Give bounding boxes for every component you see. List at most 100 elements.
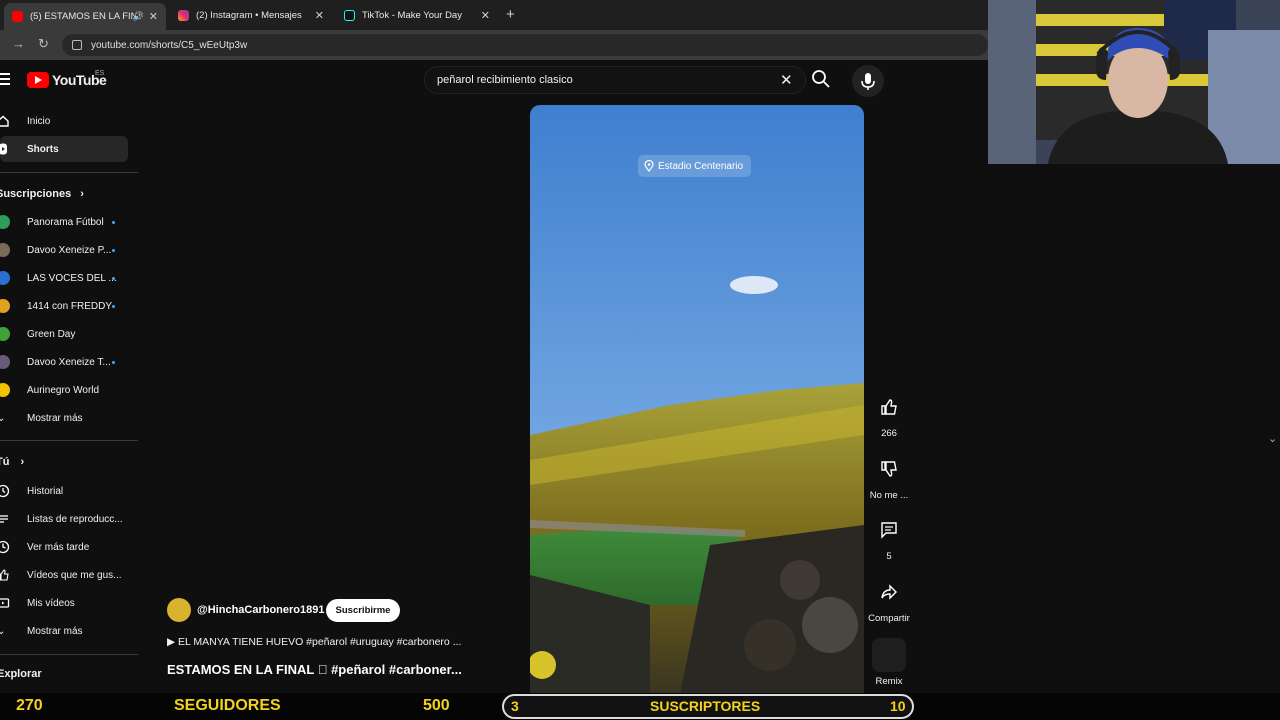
video-title[interactable]: ESTAMOS EN LA FINAL 🏼 #peñarol #carboner… [167, 662, 462, 677]
close-tab-icon[interactable]: ✕ [315, 9, 324, 22]
site-info-icon[interactable] [72, 40, 82, 50]
sidebar-item-label: Mostrar más [27, 625, 83, 637]
new-content-dot [112, 248, 115, 252]
search-input[interactable]: peñarol recibimiento clasico [424, 66, 806, 94]
sidebar-item-subscription[interactable]: LAS VOCES DEL ... [0, 265, 128, 291]
forward-arrow-icon[interactable]: → [12, 36, 25, 51]
location-chip[interactable]: Estadio Centenario [638, 155, 752, 177]
url-text: youtube.com/shorts/C5_wEeUtp3w [91, 39, 248, 51]
subscribers-goal-bar: 3 SUSCRIPTORES 10 [502, 694, 914, 719]
shorts-video-player[interactable]: Estadio Centenario [530, 105, 864, 695]
remix-thumbnail [872, 638, 906, 672]
sidebar-item-shorts[interactable]: Shorts [0, 136, 128, 162]
show-more-button[interactable]: ⌄ Mostrar más [0, 618, 128, 644]
speaker-icon[interactable]: 🔊 [133, 11, 144, 22]
chevron-down-icon: ⌄ [0, 625, 6, 637]
menu-icon[interactable] [0, 73, 10, 88]
like-count: 266 [881, 428, 897, 439]
sidebar-item-subscription[interactable]: 1414 con FREDDY [0, 293, 128, 319]
url-field[interactable]: youtube.com/shorts/C5_wEeUtp3w [62, 34, 988, 56]
remix-label: Remix [875, 676, 903, 687]
divider [0, 654, 138, 655]
tab-title: (2) Instagram • Mensajes [196, 9, 302, 21]
new-content-dot [112, 276, 115, 280]
sidebar-item-liked-videos[interactable]: Vídeos que me gus... [0, 562, 128, 588]
explore-header: Explorar [0, 668, 42, 680]
channel-avatar[interactable] [167, 598, 191, 622]
comments-count: 5 [886, 551, 892, 562]
sidebar-item-subscription[interactable]: Aurinegro World [0, 377, 128, 403]
sound-link[interactable]: ▶ EL MANYA TIENE HUEVO #peñarol #uruguay… [167, 636, 461, 648]
sidebar-item-subscription[interactable]: Davoo Xeneize T... [0, 349, 128, 375]
show-more-button[interactable]: ⌄ Mostrar más [0, 405, 128, 431]
subs-goal: 10 [890, 698, 906, 714]
close-tab-icon[interactable]: ✕ [149, 10, 158, 23]
you-header[interactable]: Tú › [0, 456, 24, 468]
country-code: ES [95, 70, 105, 77]
followers-current: 270 [16, 697, 43, 714]
sidebar-item-label: Davoo Xeneize P... [27, 244, 112, 256]
chevron-right-icon: › [80, 188, 84, 200]
microphone-icon[interactable] [852, 65, 884, 97]
youtube-header: YouTube ES peñarol recibimiento clasico … [0, 60, 990, 102]
new-content-dot [112, 304, 115, 308]
instagram-favicon-icon [178, 9, 189, 21]
sidebar-item-history[interactable]: Historial [0, 478, 128, 504]
sidebar-item-label: Inicio [27, 115, 51, 127]
my-videos-icon [0, 598, 10, 608]
followers-goal: 500 [423, 697, 450, 714]
dislike-button[interactable]: No me ... [864, 452, 914, 501]
channel-name[interactable]: @HinchaCarbonero1891 [197, 604, 325, 616]
remix-button[interactable]: Remix [864, 638, 914, 687]
sidebar-item-subscription[interactable]: Green Day [0, 321, 128, 347]
explore-header-label: Explorar [0, 668, 42, 680]
sidebar-item-label: Panorama Fútbol [27, 216, 104, 228]
subscriptions-header[interactable]: Suscripciones › [0, 188, 84, 200]
tab-youtube[interactable]: (5) ESTAMOS EN LA FINAL 🔊 ✕ [4, 3, 166, 30]
subscriptions-header-label: Suscripciones [0, 188, 72, 200]
playlists-icon [0, 515, 8, 523]
share-icon [872, 575, 906, 609]
sidebar-item-label: Historial [27, 485, 64, 497]
avatar [0, 327, 10, 341]
sidebar-item-subscription[interactable]: Davoo Xeneize P... [0, 237, 128, 263]
youtube-play-icon [27, 72, 49, 88]
dislike-icon [872, 452, 906, 486]
sidebar-item-label: LAS VOCES DEL ... [27, 272, 117, 284]
next-short-arrow-icon[interactable]: ⌄ [1268, 432, 1277, 445]
new-tab-button[interactable]: + [506, 6, 515, 23]
clear-search-icon[interactable]: ✕ [780, 71, 793, 89]
new-content-dot [112, 220, 115, 224]
share-button[interactable]: Compartir [864, 575, 914, 624]
avatar [0, 271, 10, 285]
location-label: Estadio Centenario [658, 160, 744, 172]
sidebar-item-my-videos[interactable]: Mis vídeos [0, 590, 128, 616]
search-icon[interactable] [810, 68, 832, 90]
streamer-webcam [988, 0, 1280, 164]
webcam-feed [988, 0, 1280, 164]
sidebar-item-playlists[interactable]: Listas de reproducc... [0, 506, 128, 532]
tiktok-favicon-icon [344, 9, 355, 21]
sidebar-item-watch-later[interactable]: Ver más tarde [0, 534, 128, 560]
screen: (5) ESTAMOS EN LA FINAL 🔊 ✕ (2) Instagra… [0, 0, 1280, 720]
avatar [0, 243, 10, 257]
location-pin-icon [644, 160, 654, 172]
tab-instagram[interactable]: (2) Instagram • Mensajes ✕ [170, 3, 332, 27]
tab-tiktok[interactable]: TikTok - Make Your Day ✕ [336, 3, 498, 27]
sidebar-item-label: Listas de reproducc... [27, 513, 123, 525]
sidebar-item-subscription[interactable]: Panorama Fútbol [0, 209, 128, 235]
avatar [0, 299, 10, 313]
close-tab-icon[interactable]: ✕ [481, 9, 490, 22]
like-button[interactable]: 266 [864, 390, 914, 439]
sidebar-item-label: Aurinegro World [27, 384, 100, 396]
sidebar-item-label: 1414 con FREDDY [27, 300, 113, 312]
divider [0, 172, 138, 173]
youtube-favicon-icon [12, 11, 23, 22]
tab-title: TikTok - Make Your Day [362, 9, 462, 21]
reload-icon[interactable]: ↻ [38, 36, 49, 52]
comments-button[interactable]: 5 [864, 513, 914, 562]
sidebar-item-inicio[interactable]: Inicio [0, 108, 128, 134]
subscribe-button[interactable]: Suscribirme [326, 599, 400, 622]
share-label: Compartir [868, 613, 910, 624]
sidebar-item-label: Vídeos que me gus... [27, 569, 122, 581]
